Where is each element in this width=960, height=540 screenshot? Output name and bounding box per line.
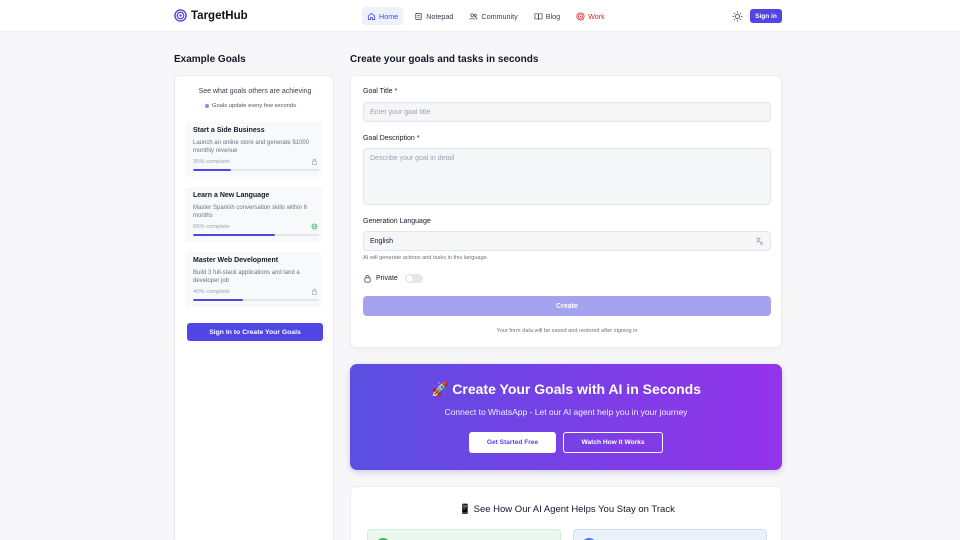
target-icon (576, 11, 585, 21)
update-note-text: Goals update every few seconds (212, 103, 297, 109)
ai-agent-section: 📱 See How Our AI Agent Helps You Stay on… (350, 486, 782, 540)
lock-icon (312, 288, 317, 295)
sign-in-to-create-button[interactable]: Sign In to Create Your Goals (187, 323, 323, 341)
generation-language-label: Generation Language (363, 218, 431, 225)
goal-progress-label: 65% complete (193, 224, 230, 230)
create-button[interactable]: Create (363, 296, 771, 316)
promo-title: 🚀 Create Your Goals with AI in Seconds (430, 381, 701, 397)
nav-work-label: Work (588, 11, 605, 21)
language-helper-text: AI will generate actions and tasks in th… (363, 255, 489, 261)
goal-card[interactable]: Start a Side Business Launch an online s… (185, 122, 322, 177)
lock-icon (312, 158, 317, 165)
goal-progress-fill (193, 169, 231, 171)
goal-description: Master Spanish conversation skills withi… (193, 205, 308, 219)
nav-home-label: Home (379, 11, 399, 21)
goal-title: Master Web Development (193, 257, 279, 264)
language-value: English (370, 238, 393, 245)
goal-progress-fill (193, 234, 275, 236)
goal-progress-bar (193, 299, 319, 301)
goal-progress-label: 40% complete (193, 289, 230, 295)
home-icon (367, 12, 376, 20)
goal-form: Goal Title * Goal Description * Generati… (350, 75, 782, 348)
language-select[interactable]: English 文A (363, 231, 771, 251)
get-started-button[interactable]: Get Started Free (469, 432, 556, 453)
example-goals-heading: Example Goals (174, 54, 246, 65)
notepad-icon (415, 12, 422, 20)
goal-title-input[interactable] (363, 102, 771, 122)
goal-card[interactable]: Master Web Development Build 3 full-stac… (185, 252, 322, 307)
goal-description: Build 3 full-stack applications and land… (193, 270, 300, 284)
private-row: Private (363, 274, 423, 283)
translate-icon: 文A (756, 237, 764, 245)
agent-feature-tile (367, 529, 561, 540)
goal-title: Start a Side Business (193, 127, 265, 134)
lock-icon (364, 275, 371, 283)
goal-title: Learn a New Language (193, 192, 270, 199)
pulse-dot-icon (205, 104, 209, 108)
sun-icon[interactable] (732, 11, 743, 22)
main-nav: Home Notepad Community Blog Work (362, 7, 610, 25)
goal-progress-fill (193, 299, 244, 301)
agent-section-title: 📱 See How Our AI Agent Helps You Stay on… (459, 504, 675, 515)
private-toggle[interactable] (404, 274, 423, 283)
nav-community-label: Community (481, 11, 518, 21)
agent-feature-tile (573, 529, 767, 540)
nav-blog[interactable]: Blog (529, 7, 565, 25)
toggle-knob (405, 275, 413, 282)
goal-progress-bar (193, 234, 319, 236)
promo-subtitle: Connect to WhatsApp - Let our AI agent h… (444, 407, 688, 417)
goal-description: Launch an online store and generate $100… (193, 140, 310, 154)
svg-text:A: A (760, 241, 764, 245)
top-navigation-bar: TargetHub Home Notepad Community Blog Wo… (0, 0, 960, 32)
example-goals-panel: See what goals others are achieving Goal… (174, 75, 334, 540)
goal-title-label: Goal Title * (363, 88, 398, 95)
nav-community[interactable]: Community (464, 7, 522, 25)
nav-work[interactable]: Work (571, 7, 610, 25)
brand[interactable]: TargetHub (174, 9, 248, 22)
private-label: Private (376, 275, 398, 282)
goal-progress-bar (193, 169, 319, 171)
create-goals-heading: Create your goals and tasks in seconds (350, 54, 539, 65)
nav-notepad[interactable]: Notepad (409, 7, 458, 25)
form-footnote: Your form data will be saved and restore… (496, 328, 638, 334)
goal-description-label: Goal Description * (363, 135, 420, 142)
nav-blog-label: Blog (545, 11, 561, 21)
nav-notepad-label: Notepad (426, 11, 454, 21)
sign-in-button[interactable]: Sign in (750, 9, 782, 23)
goal-progress-label: 30% complete (193, 159, 230, 165)
ai-promo-banner: 🚀 Create Your Goals with AI in Seconds C… (350, 364, 782, 470)
goal-description-input[interactable] (363, 148, 771, 205)
community-icon (469, 12, 478, 20)
brand-name: TargetHub (191, 9, 248, 22)
nav-home[interactable]: Home (362, 7, 404, 25)
update-note: Goals update every few seconds (205, 103, 296, 109)
target-logo-icon (174, 9, 187, 22)
example-goals-subtitle: See what goals others are achieving (198, 88, 312, 95)
globe-icon (311, 223, 318, 230)
goal-card[interactable]: Learn a New Language Master Spanish conv… (185, 187, 322, 242)
watch-how-it-works-button[interactable]: Watch How It Works (563, 432, 663, 453)
book-icon (534, 12, 543, 20)
